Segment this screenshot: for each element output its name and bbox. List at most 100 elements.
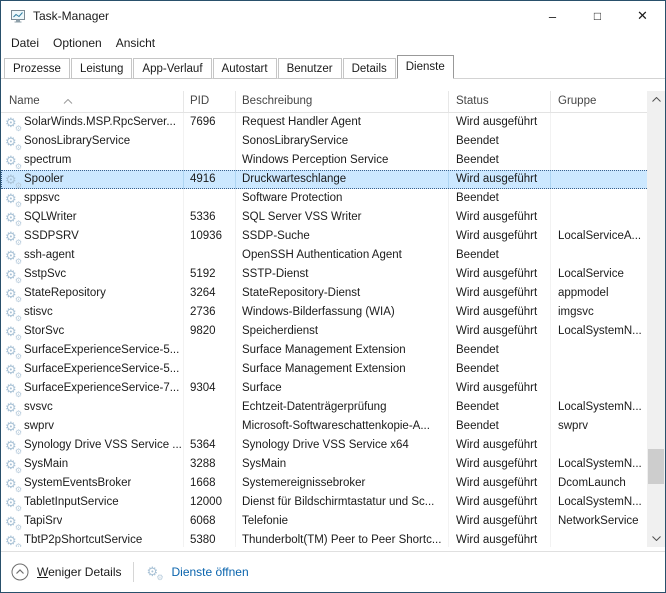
table-row[interactable]: ⚙⚙SurfaceExperienceService-7...9304Surfa… xyxy=(1,379,649,398)
column-header-label: Name xyxy=(9,95,40,107)
service-status-cell: Wird ausgeführt xyxy=(449,379,551,398)
service-name-cell: ⚙⚙Synology Drive VSS Service ... xyxy=(1,436,184,455)
table-row[interactable]: ⚙⚙SSDPSRV10936SSDP-SucheWird ausgeführtL… xyxy=(1,227,649,246)
service-pid-cell xyxy=(184,341,236,360)
menu-item-optionen[interactable]: Optionen xyxy=(46,36,109,50)
service-gear-icon: ⚙⚙ xyxy=(5,153,20,169)
table-rows: ⚙⚙SolarWinds.MSP.RpcServer...7696Request… xyxy=(1,113,665,547)
table-row[interactable]: ⚙⚙SystemEventsBroker1668Systemereignisse… xyxy=(1,474,649,493)
table-row[interactable]: ⚙⚙SstpSvc5192SSTP-DienstWird ausgeführtL… xyxy=(1,265,649,284)
service-name-cell: ⚙⚙TabletInputService xyxy=(1,493,184,512)
service-group-cell: imgsvc xyxy=(551,303,649,322)
table-row[interactable]: ⚙⚙StorSvc9820SpeicherdienstWird ausgefüh… xyxy=(1,322,649,341)
table-row[interactable]: ⚙⚙SonosLibraryServiceSonosLibraryService… xyxy=(1,132,649,151)
service-group-cell: DcomLaunch xyxy=(551,474,649,493)
scroll-down-icon[interactable] xyxy=(647,530,665,547)
service-gear-icon: ⚙⚙ xyxy=(5,305,20,321)
column-header-pid[interactable]: PID xyxy=(184,91,236,112)
service-desc-cell: StateRepository-Dienst xyxy=(236,284,449,303)
service-group-cell: LocalSystemN... xyxy=(551,398,649,417)
table-row[interactable]: ⚙⚙svsvcEchtzeit-DatenträgerprüfungBeende… xyxy=(1,398,649,417)
service-group-cell xyxy=(551,379,649,398)
tab-benutzer[interactable]: Benutzer xyxy=(278,58,342,79)
service-name: SystemEventsBroker xyxy=(24,474,131,493)
service-status-cell: Wird ausgeführt xyxy=(449,170,551,189)
service-pid-cell: 4916 xyxy=(184,170,236,189)
footer-bar: Weniger Details ⚙⚙ Dienste öffnen xyxy=(1,551,665,592)
service-name: TbtP2pShortcutService xyxy=(24,531,142,547)
maximize-button[interactable]: □ xyxy=(575,1,620,31)
table-row[interactable]: ⚙⚙SurfaceExperienceService-5...Surface M… xyxy=(1,341,649,360)
scrollbar-thumb[interactable] xyxy=(648,449,664,484)
minimize-button[interactable]: – xyxy=(530,1,575,31)
table-row[interactable]: ⚙⚙SysMain3288SysMainWird ausgeführtLocal… xyxy=(1,455,649,474)
menu-item-ansicht[interactable]: Ansicht xyxy=(109,36,162,50)
dienste-oeffnen-link[interactable]: ⚙⚙ Dienste öffnen xyxy=(146,564,248,580)
footer-separator xyxy=(133,562,134,582)
service-desc-cell: Speicherdienst xyxy=(236,322,449,341)
service-group-cell xyxy=(551,170,649,189)
table-row[interactable]: ⚙⚙stisvc2736Windows-Bilderfassung (WIA)W… xyxy=(1,303,649,322)
service-group-cell xyxy=(551,113,649,132)
service-status-cell: Beendet xyxy=(449,417,551,436)
table-row[interactable]: ⚙⚙TbtP2pShortcutService5380Thunderbolt(T… xyxy=(1,531,649,547)
vertical-scrollbar[interactable] xyxy=(647,91,665,547)
weniger-details-button[interactable]: Weniger Details xyxy=(11,563,121,581)
column-header-gruppe[interactable]: Gruppe xyxy=(551,91,649,112)
column-header-name[interactable]: Name xyxy=(1,91,184,112)
service-pid-cell: 5364 xyxy=(184,436,236,455)
service-desc-cell: Telefonie xyxy=(236,512,449,531)
service-desc-cell: Windows Perception Service xyxy=(236,151,449,170)
service-group-cell: LocalServiceA... xyxy=(551,227,649,246)
service-name-cell: ⚙⚙TapiSrv xyxy=(1,512,184,531)
table-row[interactable]: ⚙⚙TabletInputService12000Dienst für Bild… xyxy=(1,493,649,512)
task-manager-window: Task-Manager – □ ✕ DateiOptionenAnsicht … xyxy=(0,0,666,593)
tab-app-verlauf[interactable]: App-Verlauf xyxy=(133,58,211,79)
tab-dienste[interactable]: Dienste xyxy=(397,55,454,79)
close-button[interactable]: ✕ xyxy=(620,1,665,31)
service-status-cell: Wird ausgeführt xyxy=(449,512,551,531)
service-desc-cell: Druckwarteschlange xyxy=(236,170,449,189)
tab-prozesse[interactable]: Prozesse xyxy=(4,58,70,79)
table-row[interactable]: ⚙⚙sppsvcSoftware ProtectionBeendet xyxy=(1,189,649,208)
service-pid-cell: 5380 xyxy=(184,531,236,547)
table-row[interactable]: ⚙⚙spectrumWindows Perception ServiceBeen… xyxy=(1,151,649,170)
service-status-cell: Beendet xyxy=(449,398,551,417)
menu-item-datei[interactable]: Datei xyxy=(4,36,46,50)
scroll-up-icon[interactable] xyxy=(647,91,665,108)
column-header-beschreibung[interactable]: Beschreibung xyxy=(236,91,449,112)
service-pid-cell: 3288 xyxy=(184,455,236,474)
service-desc-cell: Request Handler Agent xyxy=(236,113,449,132)
service-name-cell: ⚙⚙sppsvc xyxy=(1,189,184,208)
table-header: Name PIDBeschreibung Status Gruppe xyxy=(1,91,649,113)
tab-leistung[interactable]: Leistung xyxy=(71,58,132,79)
service-group-cell xyxy=(551,436,649,455)
table-row[interactable]: ⚙⚙swprvMicrosoft-Softwareschattenkopie-A… xyxy=(1,417,649,436)
service-name-cell: ⚙⚙swprv xyxy=(1,417,184,436)
table-row[interactable]: ⚙⚙Spooler4916DruckwarteschlangeWird ausg… xyxy=(1,170,649,189)
service-desc-cell: OpenSSH Authentication Agent xyxy=(236,246,449,265)
table-row[interactable]: ⚙⚙Synology Drive VSS Service ...5364Syno… xyxy=(1,436,649,455)
table-row[interactable]: ⚙⚙ssh-agentOpenSSH Authentication AgentB… xyxy=(1,246,649,265)
table-row[interactable]: ⚙⚙SQLWriter5336SQL Server VSS WriterWird… xyxy=(1,208,649,227)
service-pid-cell xyxy=(184,417,236,436)
table-row[interactable]: ⚙⚙StateRepository3264StateRepository-Die… xyxy=(1,284,649,303)
table-row[interactable]: ⚙⚙TapiSrv6068TelefonieWird ausgeführtNet… xyxy=(1,512,649,531)
table-row[interactable]: ⚙⚙SolarWinds.MSP.RpcServer...7696Request… xyxy=(1,113,649,132)
column-header-label: Status xyxy=(456,95,489,107)
service-name-cell: ⚙⚙Spooler xyxy=(1,170,184,189)
service-status-cell: Wird ausgeführt xyxy=(449,455,551,474)
service-name-cell: ⚙⚙SQLWriter xyxy=(1,208,184,227)
service-name-cell: ⚙⚙SysMain xyxy=(1,455,184,474)
service-pid-cell: 5192 xyxy=(184,265,236,284)
tab-autostart[interactable]: Autostart xyxy=(213,58,277,79)
service-name-cell: ⚙⚙SolarWinds.MSP.RpcServer... xyxy=(1,113,184,132)
service-desc-cell: Echtzeit-Datenträgerprüfung xyxy=(236,398,449,417)
column-header-status[interactable]: Status xyxy=(449,91,551,112)
tab-details[interactable]: Details xyxy=(343,58,396,79)
service-name-cell: ⚙⚙SstpSvc xyxy=(1,265,184,284)
service-desc-cell: SSDP-Suche xyxy=(236,227,449,246)
service-name: sppsvc xyxy=(24,189,60,208)
table-row[interactable]: ⚙⚙SurfaceExperienceService-5...Surface M… xyxy=(1,360,649,379)
service-name: SolarWinds.MSP.RpcServer... xyxy=(24,113,176,132)
